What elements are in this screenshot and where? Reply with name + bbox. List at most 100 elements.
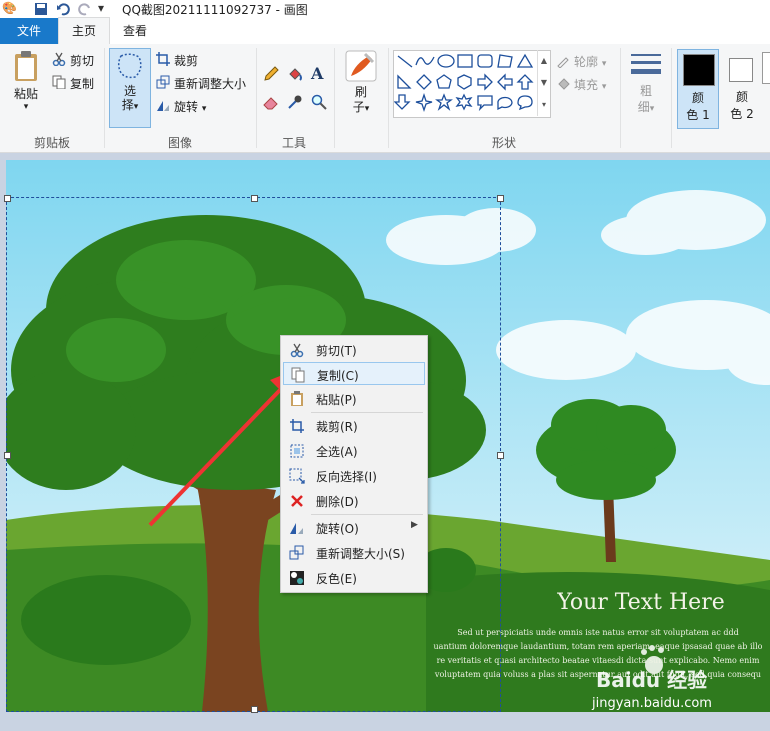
- chevron-down-icon: ▾: [649, 104, 655, 114]
- shapes-gallery[interactable]: [393, 50, 551, 118]
- quick-access-dropdown-icon[interactable]: ▾: [98, 1, 104, 15]
- menu-item-label: 复制(C): [317, 369, 359, 383]
- selection-handle[interactable]: [251, 195, 258, 202]
- crop-icon: [290, 419, 304, 433]
- ribbon-tab-bar: 文件 主页 查看: [0, 17, 770, 45]
- paste-icon: [291, 391, 303, 406]
- color-picker-icon[interactable]: [287, 94, 303, 110]
- select-button[interactable]: 选 择▾: [109, 48, 151, 128]
- selection-handle[interactable]: [4, 195, 11, 202]
- fill-button[interactable]: 填充 ▾: [574, 76, 606, 93]
- fill-bucket-icon[interactable]: [287, 66, 303, 82]
- menu-item-label: 删除(D): [316, 495, 359, 509]
- menu-item-delete[interactable]: 删除(D): [283, 489, 425, 512]
- menu-item-paste[interactable]: 粘贴(P): [283, 387, 425, 410]
- pencil-icon[interactable]: [263, 66, 279, 82]
- outline-button[interactable]: 轮廓 ▾: [574, 53, 606, 70]
- chevron-down-icon: ▾: [364, 104, 370, 114]
- menu-item-label: 反向选择(I): [316, 470, 377, 484]
- color1-swatch: [683, 54, 715, 86]
- ribbon: 粘贴 ▾ 剪切 复制 剪贴板 选 择▾ 裁剪 重新调整大小 旋转 ▾ 图像 A …: [0, 44, 770, 153]
- shapes-group-label: 形状: [491, 136, 516, 150]
- shapes-scroll[interactable]: ▲ ▼ ▾: [537, 50, 550, 116]
- outline-icon: [557, 57, 569, 68]
- selection-handle[interactable]: [4, 452, 11, 459]
- resize-icon: [289, 545, 304, 560]
- tab-file[interactable]: 文件: [0, 18, 58, 44]
- chevron-down-icon: ▾: [133, 102, 139, 112]
- shapes-icon-grid: [393, 53, 534, 113]
- copy-icon: [291, 367, 305, 383]
- color1-label-2: 色 1: [686, 108, 710, 122]
- divider: [256, 48, 257, 148]
- paste-button[interactable]: 粘贴 ▾: [6, 50, 46, 128]
- rotate-icon: [157, 101, 169, 111]
- brushes-button[interactable]: 刷 子▾: [340, 50, 382, 128]
- chevron-down-icon: ▾: [601, 82, 607, 92]
- crop-button[interactable]: 裁剪: [174, 52, 198, 69]
- crop-icon: [156, 52, 170, 66]
- text-tool-icon[interactable]: A: [311, 64, 323, 83]
- redo-icon[interactable]: [78, 2, 92, 16]
- rotate-button[interactable]: 旋转 ▾: [174, 98, 206, 115]
- resize-button[interactable]: 重新调整大小: [174, 75, 246, 92]
- chevron-down-icon: ▾: [201, 104, 207, 114]
- selection-handle[interactable]: [251, 706, 258, 713]
- clipboard-group-label: 剪贴板: [33, 136, 70, 150]
- undo-icon[interactable]: [56, 2, 70, 16]
- color2-label-1: 颜: [735, 90, 748, 104]
- watermark-url: jingyan.baidu.com: [592, 696, 712, 711]
- menu-item-select-all[interactable]: 全选(A): [283, 439, 425, 462]
- tab-home[interactable]: 主页: [58, 17, 110, 44]
- clipboard-icon: [15, 51, 37, 81]
- menu-item-rotate[interactable]: 旋转(O) ▶: [283, 516, 425, 539]
- menu-item-crop[interactable]: 裁剪(R): [283, 414, 425, 437]
- color-palette-edge[interactable]: [762, 52, 770, 84]
- magnifier-icon[interactable]: [311, 94, 327, 110]
- line-width-icon: [631, 54, 661, 74]
- select-label-2: 择: [121, 98, 134, 112]
- selection-handle[interactable]: [497, 452, 504, 459]
- submenu-arrow-icon: ▶: [411, 520, 418, 530]
- save-icon[interactable]: [34, 2, 48, 16]
- eraser-icon[interactable]: [263, 94, 279, 110]
- size-button[interactable]: 粗 细▾: [626, 50, 666, 128]
- brushes-label-2: 子: [352, 100, 365, 114]
- watermark-brand: Baidu 经验: [596, 668, 708, 692]
- paint-app-icon: 🎨: [2, 1, 17, 15]
- image-heading: Your Text Here: [557, 590, 725, 615]
- menu-item-invert-selection[interactable]: 反向选择(I): [283, 464, 425, 487]
- menu-item-label: 剪切(T): [316, 344, 357, 358]
- color2-label-2: 色 2: [730, 107, 754, 121]
- cut-button[interactable]: 剪切: [70, 52, 94, 69]
- menu-item-cut[interactable]: 剪切(T): [283, 338, 425, 361]
- copy-button[interactable]: 复制: [70, 75, 94, 92]
- paste-label: 粘贴: [13, 87, 38, 101]
- outline-label: 轮廓: [574, 55, 599, 69]
- title-bar: 🎨 ▾ QQ截图20211111092737 - 画图: [0, 0, 770, 18]
- tab-view[interactable]: 查看: [110, 18, 160, 44]
- size-label-1: 粗: [639, 84, 652, 98]
- menu-item-label: 旋转(O): [316, 522, 359, 536]
- tools-group-label: 工具: [281, 136, 306, 150]
- color2-button[interactable]: 颜 色 2: [722, 49, 762, 129]
- fill-label: 填充: [574, 78, 599, 92]
- fill-icon: [558, 78, 570, 90]
- scissors-icon: [290, 343, 304, 358]
- image-group-label: 图像: [167, 136, 192, 150]
- color2-swatch: [729, 58, 753, 82]
- size-label-2: 细: [637, 100, 650, 114]
- menu-separator: [311, 514, 423, 515]
- scissors-icon: [52, 52, 66, 66]
- window-title: QQ截图20211111092737 - 画图: [122, 3, 308, 17]
- menu-item-label: 粘贴(P): [316, 393, 357, 407]
- color1-button[interactable]: 颜 色 1: [677, 49, 719, 129]
- context-menu: 剪切(T) 复制(C) 粘贴(P) 裁剪(R) 全选(A) 反向选择(I) 删除…: [280, 335, 428, 593]
- menu-item-label: 反色(E): [316, 572, 357, 586]
- select-icon: [117, 53, 142, 79]
- menu-item-invert-color[interactable]: 反色(E): [283, 566, 425, 589]
- menu-item-resize[interactable]: 重新调整大小(S): [283, 541, 425, 564]
- menu-item-copy[interactable]: 复制(C): [283, 362, 425, 385]
- selection-handle[interactable]: [497, 195, 504, 202]
- invert-selection-icon: [289, 468, 305, 484]
